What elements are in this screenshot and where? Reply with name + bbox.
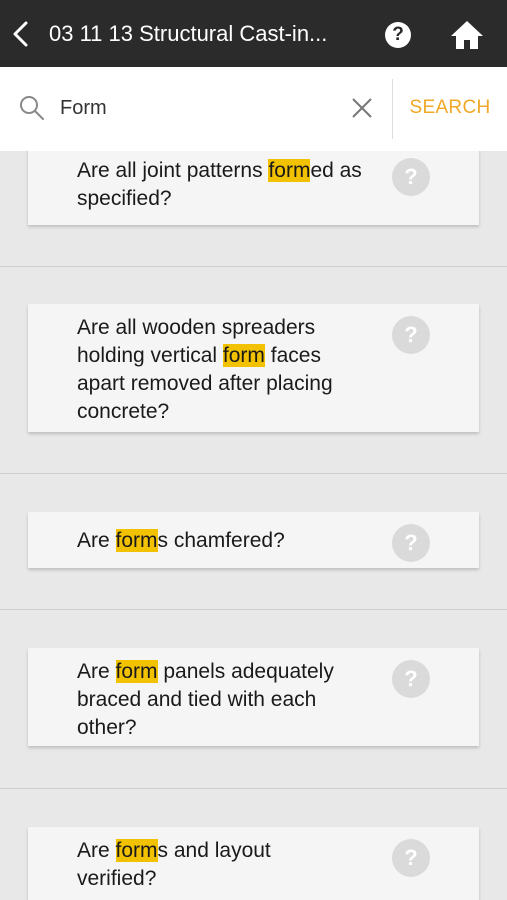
search-highlight: form — [268, 159, 311, 182]
search-button[interactable]: SEARCH — [404, 97, 496, 119]
search-bar: SEARCH — [0, 67, 507, 151]
home-icon[interactable] — [449, 19, 485, 51]
search-highlight: form — [115, 529, 158, 552]
search-input[interactable] — [60, 93, 330, 123]
question-help-icon[interactable]: ? — [392, 158, 430, 196]
row-divider — [0, 788, 507, 789]
question-text: Are forms chamfered? — [77, 529, 285, 552]
top-bar: 03 11 13 Structural Cast-in... ? — [0, 0, 507, 67]
question-help-icon[interactable]: ? — [392, 839, 430, 877]
clear-icon[interactable] — [350, 96, 374, 120]
help-icon[interactable]: ? — [385, 22, 411, 48]
question-help-icon[interactable]: ? — [392, 524, 430, 562]
question-text: Are all wooden spreaders holding vertica… — [77, 316, 333, 423]
page-title: 03 11 13 Structural Cast-in... — [49, 21, 328, 46]
row-divider — [0, 609, 507, 610]
question-help-icon[interactable]: ? — [392, 660, 430, 698]
question-card[interactable]: Are all wooden spreaders holding vertica… — [28, 304, 479, 432]
question-text: Are form panels adequately braced and ti… — [77, 660, 334, 739]
back-arrow-icon[interactable] — [8, 19, 32, 49]
question-text: Are all joint patterns formed as specifi… — [77, 159, 362, 210]
search-highlight: form — [115, 839, 158, 862]
question-help-icon[interactable]: ? — [392, 316, 430, 354]
divider — [392, 79, 393, 139]
question-card[interactable]: Are forms chamfered? ? — [28, 512, 479, 568]
question-card[interactable]: Are form panels adequately braced and ti… — [28, 648, 479, 746]
question-text: Are forms and layout verified? — [77, 839, 271, 890]
search-highlight: form — [222, 344, 265, 367]
question-card[interactable]: Are all joint patterns formed as specifi… — [28, 151, 479, 225]
row-divider — [0, 266, 507, 267]
question-list: Are all joint patterns formed as specifi… — [0, 151, 507, 900]
search-highlight: form — [115, 660, 158, 683]
row-divider — [0, 473, 507, 474]
search-icon — [20, 96, 44, 120]
question-card[interactable]: Are forms and layout verified? ? — [28, 827, 479, 900]
